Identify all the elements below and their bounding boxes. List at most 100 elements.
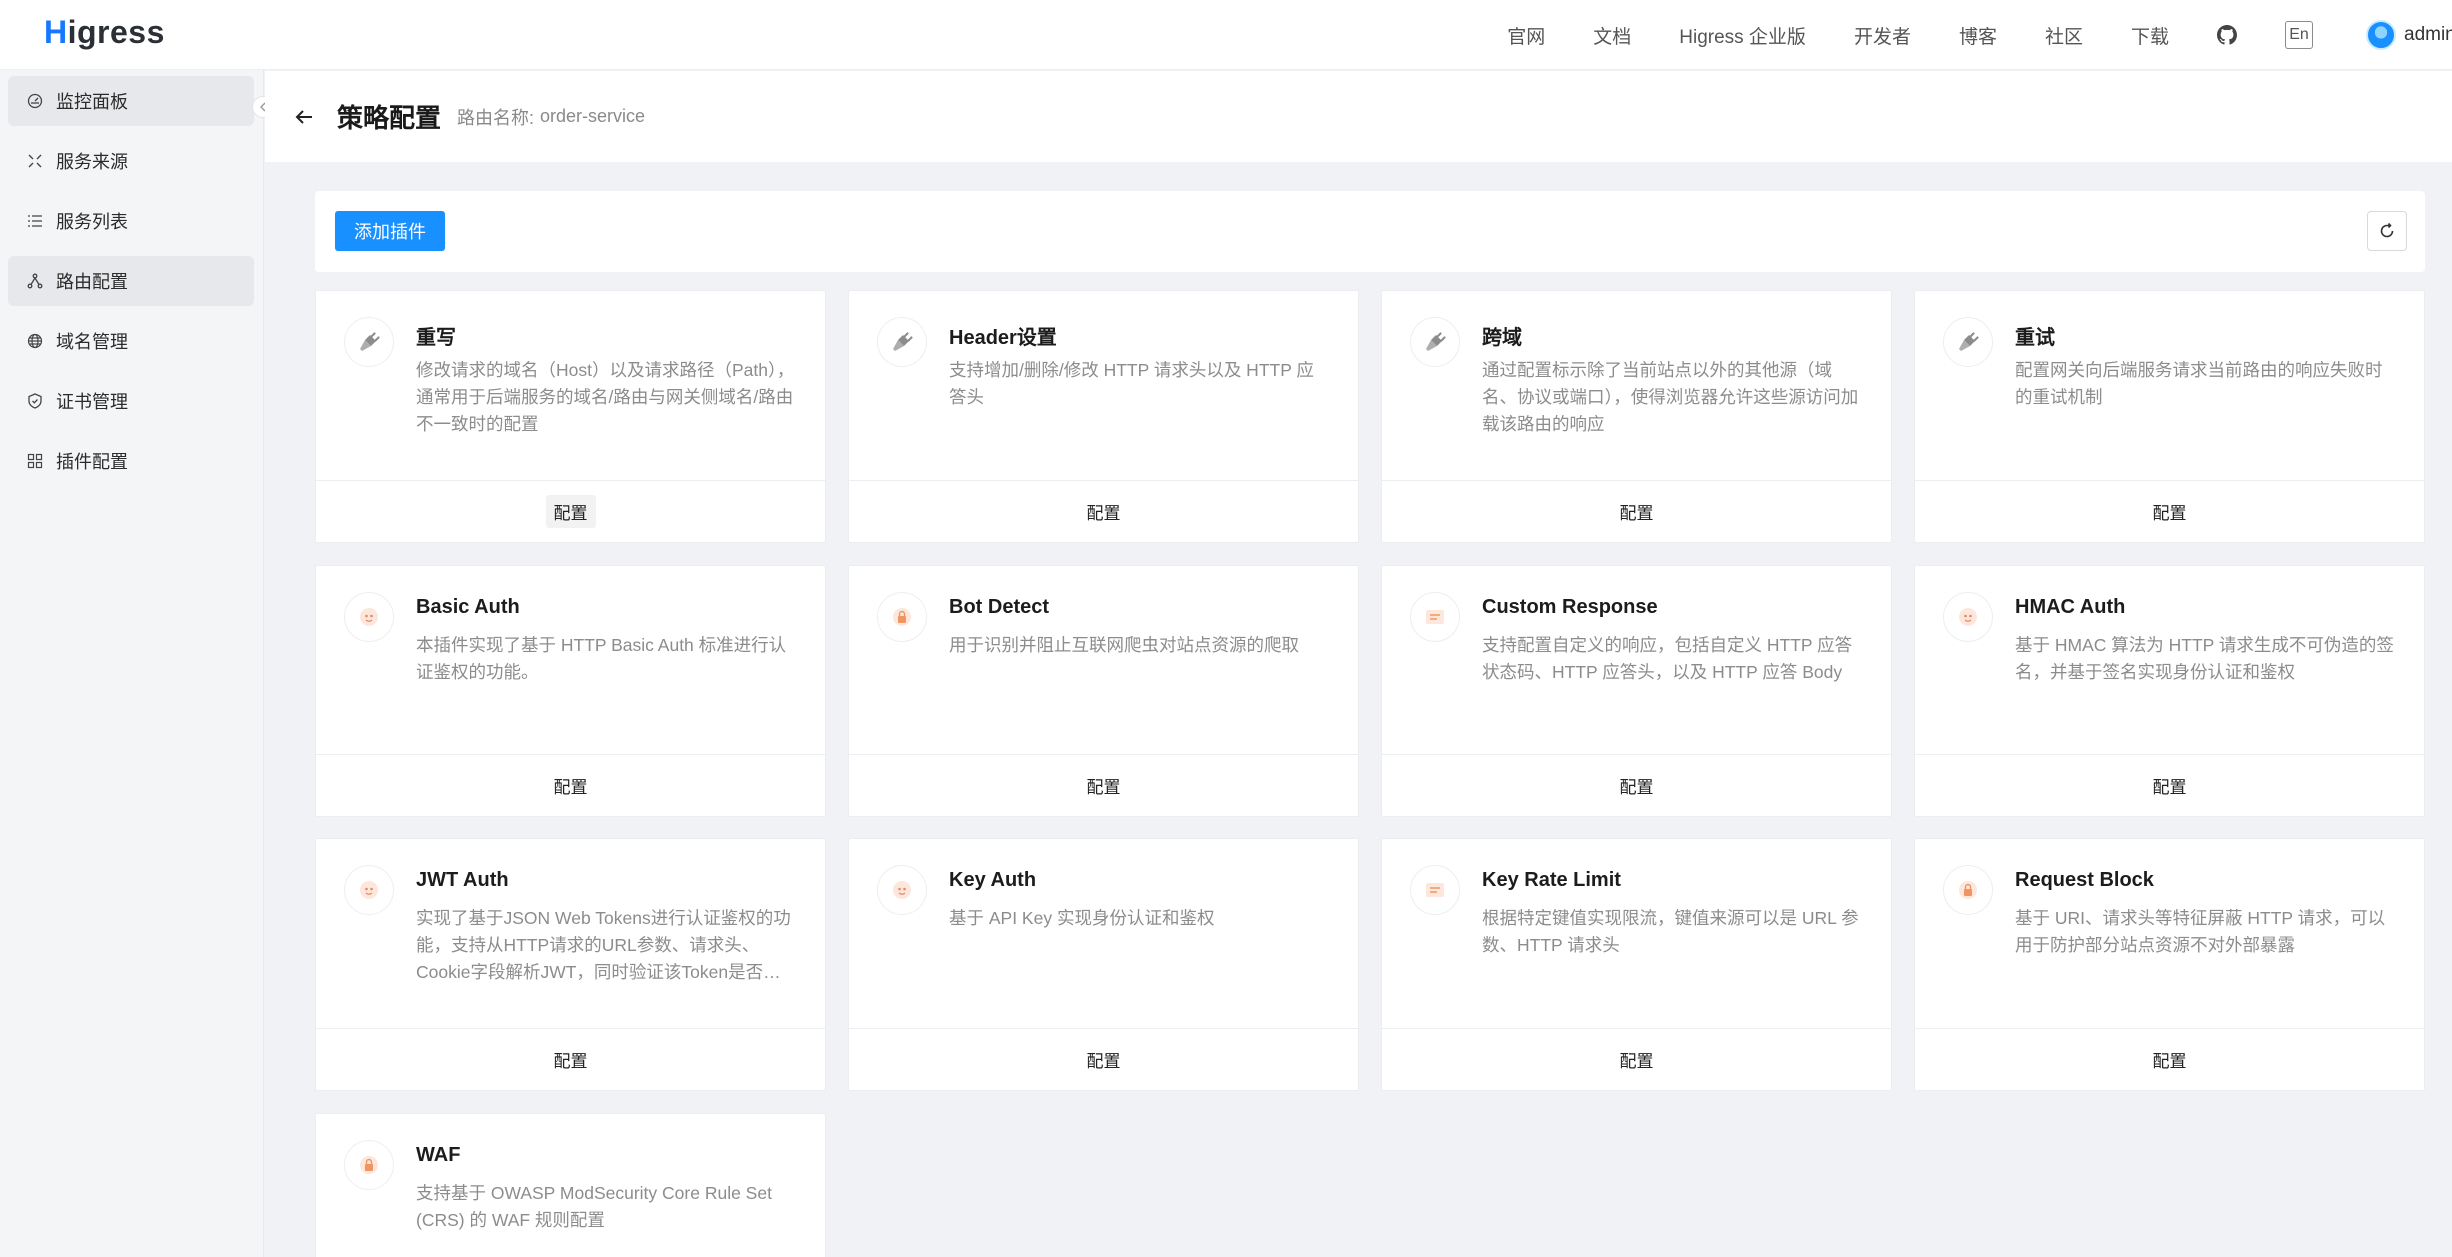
lock-icon	[877, 592, 927, 642]
plugin-card: Header设置 支持增加/删除/修改 HTTP 请求头以及 HTTP 应答头 配置	[848, 290, 1359, 543]
plug-icon	[877, 317, 927, 367]
plugin-card-description: 根据特定键值实现限流，键值来源可以是 URL 参数、HTTP 请求头	[1482, 908, 1859, 955]
plugin-card: Bot Detect 用于识别并阻止互联网爬虫对站点资源的爬取配置	[848, 565, 1359, 817]
plugin-card: Custom Response 支持配置自定义的响应，包括自定义 HTTP 应答状…	[1381, 565, 1892, 817]
auth-icon	[877, 865, 927, 915]
plugin-card-description: 支持配置自定义的响应，包括自定义 HTTP 应答状态码、HTTP 应答头，以及 …	[1482, 635, 1853, 682]
plugin-card: 跨域 通过配置标示除了当前站点以外的其他源（域名、协议或端口），使得浏览器允许这些…	[1381, 290, 1892, 543]
plugin-card-title: Key Rate Limit	[1482, 869, 1621, 891]
dashboard-icon	[26, 92, 44, 110]
sidebar-item-label: 监控面板	[56, 92, 128, 112]
nav-blog[interactable]: 博客	[1959, 22, 1997, 49]
plug-icon	[1943, 317, 1993, 367]
top-header: Higress 官网 文档 Higress 企业版 开发者 博客 社区 下载 E…	[0, 0, 2452, 70]
plugin-card-footer: 配置	[316, 754, 825, 816]
plugin-card: WAF 支持基于 OWASP ModSecurity Core Rule Set …	[315, 1113, 826, 1257]
plugin-card-description: 修改请求的域名（Host）以及请求路径（Path），通常用于后端服务的域名/路由…	[416, 360, 795, 434]
plugin-card-description: 用于识别并阻止互联网爬虫对站点资源的爬取	[949, 635, 1299, 655]
user-name: admin	[2404, 24, 2452, 45]
sidebar-item-label: 路由配置	[56, 272, 128, 292]
nav-docs[interactable]: 文档	[1593, 22, 1631, 49]
sidebar-item-service-list[interactable]: 服务列表	[8, 196, 254, 246]
configure-button[interactable]: 配置	[1612, 1043, 1662, 1076]
higress-logo[interactable]: Higress	[44, 14, 165, 51]
plugin-card-description: 配置网关向后端服务请求当前路由的响应失败时的重试机制	[2015, 360, 2383, 407]
plug-icon	[1410, 317, 1460, 367]
page-header: 策略配置 路由名称: order-service	[265, 71, 2452, 162]
route-name-label: 路由名称:	[457, 107, 535, 128]
configure-button[interactable]: 配置	[1079, 495, 1129, 528]
configure-button[interactable]: 配置	[1079, 1043, 1129, 1076]
plugin-card-footer: 配置	[1915, 1028, 2424, 1090]
plugin-card-footer: 配置	[1382, 754, 1891, 816]
plugin-card-footer: 配置	[1382, 1028, 1891, 1090]
nav-enterprise[interactable]: Higress 企业版	[1679, 22, 1806, 49]
avatar	[2366, 20, 2396, 50]
sidebar-item-domain[interactable]: 域名管理	[8, 316, 254, 366]
plugin-card-footer: 配置	[1915, 754, 2424, 816]
plugin-card: Key Auth 基于 API Key 实现身份认证和鉴权 配置	[848, 838, 1359, 1091]
plugin-card-title: WAF	[416, 1144, 461, 1166]
auth-icon	[1943, 592, 1993, 642]
configure-button[interactable]: 配置	[1079, 769, 1129, 802]
list-icon	[26, 212, 44, 230]
sidebar-item-plugin-config[interactable]: 插件配置	[8, 436, 254, 486]
route-icon	[26, 272, 44, 290]
sidebar-item-route-config[interactable]: 路由配置	[8, 256, 254, 306]
plugin-card-footer: 配置	[316, 1028, 825, 1090]
page-title: 策略配置	[337, 103, 442, 133]
configure-button[interactable]: 配置	[2145, 495, 2195, 528]
auth-icon	[344, 592, 394, 642]
sidebar: 监控面板 服务来源 服务列表 路由配置 域名管理 证书管理 插件配置	[0, 70, 264, 1257]
language-toggle-button[interactable]: En	[2285, 21, 2313, 49]
plugin-card-title: Bot Detect	[949, 596, 1050, 618]
back-arrow-icon[interactable]	[293, 106, 315, 128]
configure-button[interactable]: 配置	[1612, 769, 1662, 802]
configure-button[interactable]: 配置	[2145, 769, 2195, 802]
plugin-card-footer: 配置	[849, 754, 1358, 816]
plugin-card: JWT Auth 实现了基于JSON Web Tokens进行认证鉴权的功能，支持…	[315, 838, 826, 1091]
plugin-card: Request Block 基于 URI、请求头等特征屏蔽 HTTP 请求，可以用…	[1914, 838, 2425, 1091]
plugin-card-footer: 配置	[849, 1028, 1358, 1090]
plugin-card-description: 支持基于 OWASP ModSecurity Core Rule Set (CR…	[416, 1183, 772, 1230]
refresh-icon	[2380, 222, 2394, 238]
logo-letter: H	[44, 14, 68, 50]
nav-community[interactable]: 社区	[2045, 22, 2083, 49]
plugin-card-title: Request Block	[2015, 869, 2154, 891]
auth-icon	[344, 865, 394, 915]
sidebar-item-certificate[interactable]: 证书管理	[8, 376, 254, 426]
nav-developers[interactable]: 开发者	[1854, 22, 1911, 49]
plugin-card-footer: 配置	[849, 480, 1358, 542]
plugin-card-title: JWT Auth	[416, 869, 509, 891]
plugin-card-description: 基于 URI、请求头等特征屏蔽 HTTP 请求，可以用于防护部分站点资源不对外部…	[2015, 908, 2386, 955]
nav-official-site[interactable]: 官网	[1507, 22, 1545, 49]
sidebar-item-dashboard[interactable]: 监控面板	[8, 76, 254, 126]
plugin-card-title: 跨域	[1482, 327, 1522, 349]
plugin-card: 重试配置网关向后端服务请求当前路由的响应失败时的重试机制配置	[1914, 290, 2425, 543]
response-icon	[1410, 865, 1460, 915]
configure-button[interactable]: 配置	[546, 1043, 596, 1076]
plugin-card: 重写 修改请求的域名（Host）以及请求路径（Path），通常用于后端服务的域名/…	[315, 290, 826, 543]
configure-button[interactable]: 配置	[546, 769, 596, 802]
user-menu[interactable]: admin	[2366, 20, 2452, 50]
add-plugin-button[interactable]: 添加插件	[335, 211, 445, 251]
sidebar-item-service-source[interactable]: 服务来源	[8, 136, 254, 186]
response-icon	[1410, 592, 1460, 642]
sidebar-item-label: 插件配置	[56, 452, 128, 472]
configure-button[interactable]: 配置	[1612, 495, 1662, 528]
lock-icon	[1943, 865, 1993, 915]
refresh-button[interactable]	[2367, 211, 2407, 251]
plugin-grid-icon	[26, 452, 44, 470]
plugin-card: HMAC Auth 基于 HMAC 算法为 HTTP 请求生成不可伪造的签名，并基…	[1914, 565, 2425, 817]
sidebar-item-label: 证书管理	[56, 392, 128, 412]
shield-check-icon	[26, 392, 44, 410]
plugin-card-title: 重试	[2015, 327, 2055, 349]
plugin-card-title: Key Auth	[949, 869, 1037, 891]
nav-download[interactable]: 下载	[2131, 22, 2169, 49]
plugin-card-title: Header设置	[949, 327, 1057, 349]
sidebar-item-label: 服务列表	[56, 212, 128, 232]
configure-button[interactable]: 配置	[2145, 1043, 2195, 1076]
globe-icon	[26, 332, 44, 350]
configure-button[interactable]: 配置	[545, 495, 596, 528]
github-icon[interactable]	[2217, 25, 2237, 45]
